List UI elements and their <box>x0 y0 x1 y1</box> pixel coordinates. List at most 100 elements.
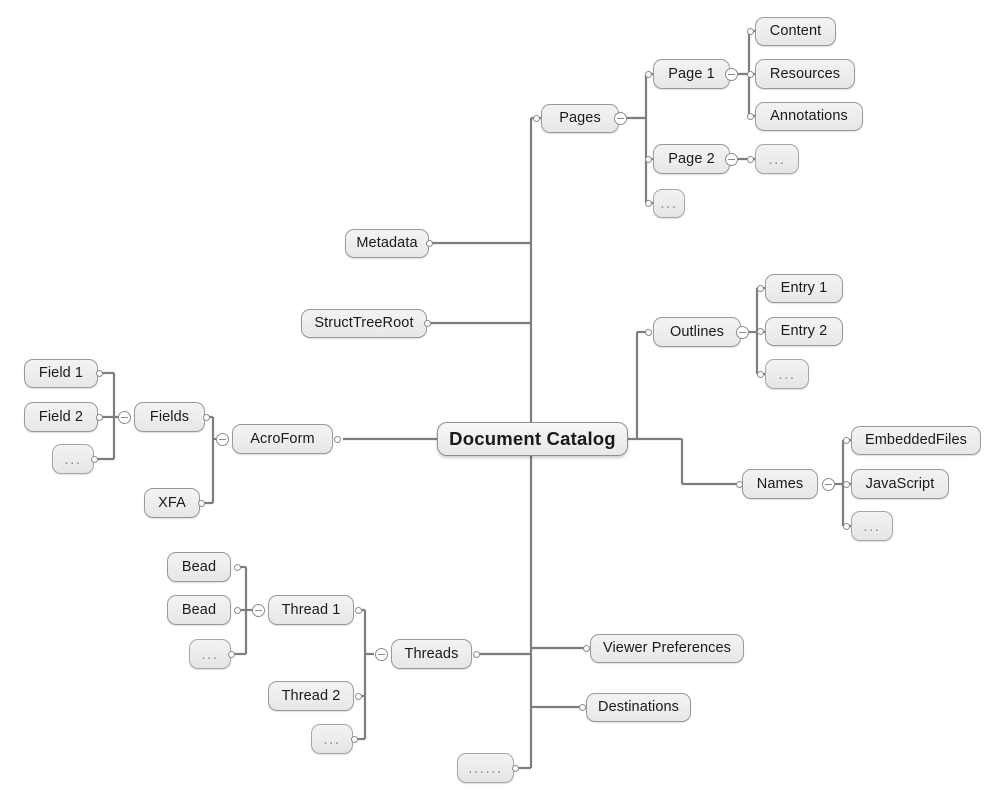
collapse-toggle-names[interactable] <box>822 478 835 491</box>
attach-dot-xfa <box>198 500 205 507</box>
node-outlines-more[interactable]: ... <box>765 359 809 389</box>
node-fields-more[interactable]: ... <box>52 444 94 474</box>
node-label: ... <box>64 450 82 468</box>
node-document-catalog[interactable]: Document Catalog <box>437 422 628 456</box>
node-label: Page 1 <box>668 65 715 82</box>
attach-dot-field-1 <box>96 370 103 377</box>
node-label: Destinations <box>598 699 679 716</box>
node-label: Field 2 <box>38 408 84 425</box>
collapse-toggle-page-2[interactable] <box>725 153 738 166</box>
node-page-2[interactable]: Page 2 <box>653 144 730 174</box>
node-label: AcroForm <box>250 430 315 447</box>
attach-dot-content <box>747 28 754 35</box>
node-beads-more[interactable]: ... <box>189 639 231 669</box>
node-label: ... <box>201 645 219 663</box>
node-annotations[interactable]: Annotations <box>755 102 863 131</box>
attach-dot-pages-more <box>645 200 652 207</box>
collapse-toggle-fields[interactable] <box>118 411 131 424</box>
attach-dot-fields <box>203 414 210 421</box>
node-label: Thread 2 <box>281 687 341 704</box>
attach-dot-acroform <box>334 436 341 443</box>
node-label: Thread 1 <box>281 601 341 618</box>
node-outlines[interactable]: Outlines <box>653 317 741 347</box>
node-javascript[interactable]: JavaScript <box>851 469 949 499</box>
attach-dot-page-2-more <box>747 156 754 163</box>
node-label: Bead <box>181 558 217 575</box>
attach-dot-threads <box>473 651 480 658</box>
node-field-2[interactable]: Field 2 <box>24 402 98 432</box>
collapse-toggle-thread-1[interactable] <box>252 604 265 617</box>
node-bead-1[interactable]: Bead <box>167 552 231 582</box>
attach-dot-embeddedfiles <box>843 437 850 444</box>
node-label: Field 1 <box>38 365 84 382</box>
node-label: ...... <box>468 759 503 777</box>
node-names-more[interactable]: ... <box>851 511 893 541</box>
node-viewer-preferences[interactable]: Viewer Preferences <box>590 634 744 663</box>
node-structtreeroot[interactable]: StructTreeRoot <box>301 309 427 338</box>
node-label: StructTreeRoot <box>314 315 414 332</box>
node-fields[interactable]: Fields <box>134 402 205 432</box>
attach-dot-field-2 <box>96 414 103 421</box>
attach-dot-outlines-more <box>757 371 764 378</box>
node-bead-2[interactable]: Bead <box>167 595 231 625</box>
node-acroform[interactable]: AcroForm <box>232 424 333 454</box>
attach-dot-beads-more <box>228 651 235 658</box>
node-label: EmbeddedFiles <box>864 432 968 449</box>
node-page-1[interactable]: Page 1 <box>653 59 730 89</box>
node-thread-1[interactable]: Thread 1 <box>268 595 354 625</box>
node-label: Document Catalog <box>449 427 616 449</box>
node-label: XFA <box>158 494 186 511</box>
node-label: Bead <box>181 601 217 618</box>
node-label: Page 2 <box>668 150 715 167</box>
collapse-toggle-pages[interactable] <box>614 112 627 125</box>
node-label: Metadata <box>356 235 418 252</box>
node-page-2-more[interactable]: ... <box>755 144 799 174</box>
attach-dot-outlines <box>645 329 652 336</box>
collapse-toggle-page-1[interactable] <box>725 68 738 81</box>
attach-dot-destinations <box>579 704 586 711</box>
node-label: JavaScript <box>865 475 935 492</box>
node-pages-more[interactable]: ... <box>653 189 685 218</box>
attach-dot-structtreeroot <box>424 320 431 327</box>
attach-dot-resources <box>747 71 754 78</box>
node-field-1[interactable]: Field 1 <box>24 359 98 388</box>
node-label: ... <box>660 195 678 212</box>
node-content[interactable]: Content <box>755 17 836 46</box>
attach-dot-javascript <box>843 481 850 488</box>
node-entry-1[interactable]: Entry 1 <box>765 274 843 303</box>
attach-dot-metadata <box>426 240 433 247</box>
node-threads[interactable]: Threads <box>391 639 472 669</box>
attach-dot-fields-more <box>91 456 98 463</box>
attach-dot-bead-1 <box>234 564 241 571</box>
node-label: Outlines <box>670 323 724 340</box>
node-thread-2[interactable]: Thread 2 <box>268 681 354 711</box>
node-label: Names <box>756 475 804 492</box>
collapse-toggle-threads[interactable] <box>375 648 388 661</box>
attach-dot-page-2 <box>645 156 652 163</box>
attach-dot-names-more <box>843 523 850 530</box>
node-label: Annotations <box>770 108 848 125</box>
node-destinations[interactable]: Destinations <box>586 693 691 722</box>
node-label: ... <box>323 730 341 748</box>
node-label: Entry 2 <box>780 323 828 340</box>
attach-dot-pages <box>533 115 540 122</box>
node-xfa[interactable]: XFA <box>144 488 200 518</box>
attach-dot-entry-1 <box>757 285 764 292</box>
node-catalog-more[interactable]: ...... <box>457 753 514 783</box>
node-label: Resources <box>769 65 841 82</box>
node-label: Pages <box>559 110 601 127</box>
collapse-toggle-acroform[interactable] <box>216 433 229 446</box>
node-label: Entry 1 <box>780 280 828 297</box>
node-label: Viewer Preferences <box>602 640 732 657</box>
node-threads-more[interactable]: ... <box>311 724 353 754</box>
node-label: Threads <box>404 645 459 662</box>
attach-dot-thread-1 <box>355 607 362 614</box>
node-embeddedfiles[interactable]: EmbeddedFiles <box>851 426 981 455</box>
node-entry-2[interactable]: Entry 2 <box>765 317 843 346</box>
node-pages[interactable]: Pages <box>541 104 619 133</box>
node-resources[interactable]: Resources <box>755 59 855 89</box>
attach-dot-thread-2 <box>355 693 362 700</box>
collapse-toggle-outlines[interactable] <box>736 326 749 339</box>
node-metadata[interactable]: Metadata <box>345 229 429 258</box>
node-names[interactable]: Names <box>742 469 818 499</box>
